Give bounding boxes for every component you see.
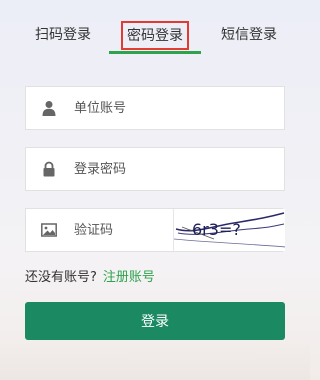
account-input[interactable] (74, 87, 274, 129)
account-field (25, 86, 285, 130)
login-button[interactable]: 登录 (25, 302, 285, 340)
register-prompt: 还没有账号? (25, 270, 97, 285)
active-tab-underline (109, 51, 201, 54)
register-row: 还没有账号? 注册账号 (25, 270, 155, 286)
user-icon (41, 100, 57, 116)
tab-scan-login[interactable]: 扫码登录 (33, 22, 93, 48)
tab-password-login[interactable]: 密码登录 (121, 21, 189, 50)
image-icon (41, 222, 57, 238)
login-tabs: 扫码登录 密码登录 短信登录 (0, 0, 310, 56)
captcha-text: 6r3=? (192, 220, 241, 239)
captcha-input[interactable] (74, 209, 174, 251)
password-field (25, 147, 285, 191)
tab-sms-login[interactable]: 短信登录 (219, 22, 279, 48)
captcha-image[interactable]: 6r3=? (173, 209, 285, 251)
password-input[interactable] (74, 148, 274, 190)
register-link[interactable]: 注册账号 (103, 270, 155, 285)
background-blur (0, 340, 310, 380)
lock-icon (41, 161, 57, 177)
